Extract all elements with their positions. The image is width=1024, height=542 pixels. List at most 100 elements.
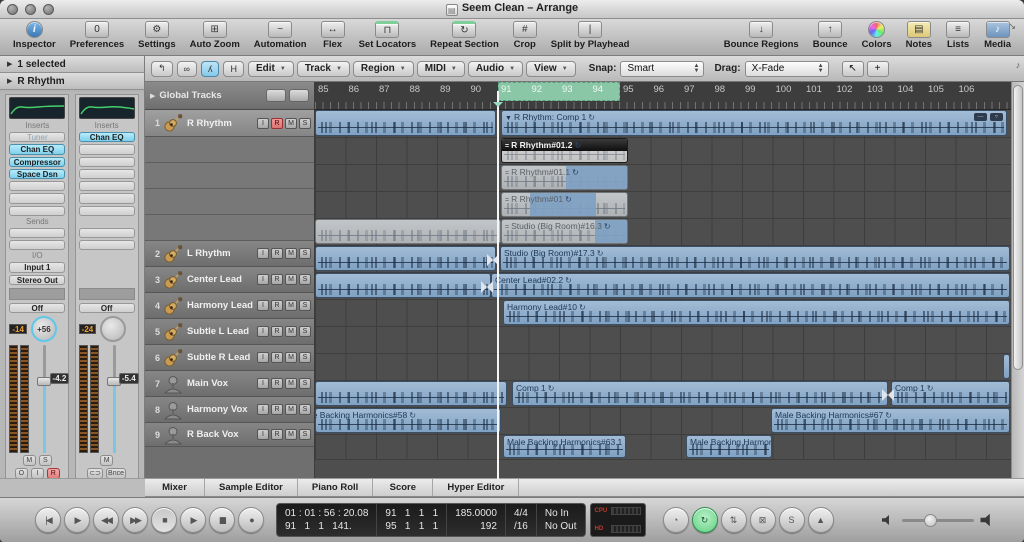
toolbar-button-auto-zoom[interactable]: ⊞Auto Zoom xyxy=(190,21,240,50)
lcd-tempo[interactable]: 185.0000192 xyxy=(447,504,506,536)
record-enable-button[interactable]: R xyxy=(271,429,283,440)
insert-slot[interactable]: Chan EQ xyxy=(79,132,135,142)
mute-button[interactable]: M xyxy=(285,118,297,129)
catch-playhead-button[interactable]: ʎ xyxy=(201,61,220,77)
comp-pack-icon[interactable]: — xyxy=(974,113,987,121)
tab-sample-editor[interactable]: Sample Editor xyxy=(205,479,298,496)
lcd-midi-io[interactable]: No InNo Out xyxy=(537,504,585,536)
solo-button[interactable]: S xyxy=(299,378,311,389)
record-enable-button[interactable]: R xyxy=(271,352,283,363)
toolbar-button-crop[interactable]: #Crop xyxy=(513,21,537,50)
insert-slot[interactable] xyxy=(79,181,135,191)
automation-mode-button[interactable]: Off xyxy=(79,303,135,313)
insert-slot[interactable] xyxy=(79,193,135,203)
lcd-locators[interactable]: 91 1 1 195 1 1 1 xyxy=(377,504,447,536)
pan-knob[interactable]: +56 xyxy=(31,316,57,342)
track-header-harmony-vox[interactable]: 8Harmony VoxIRMS xyxy=(145,397,314,423)
track-header-harmony-lead[interactable]: 4Harmony LeadIRMS xyxy=(145,293,314,319)
mute-button[interactable]: M xyxy=(285,300,297,311)
insert-slot[interactable] xyxy=(79,144,135,154)
crossfade-icon[interactable] xyxy=(882,389,894,401)
group-slot[interactable] xyxy=(9,288,65,300)
solo-button[interactable]: S xyxy=(299,274,311,285)
mute-button[interactable]: M xyxy=(285,429,297,440)
region-canvas[interactable]: 8586878889909192939495969798991001011021… xyxy=(315,82,1011,479)
toolbar-button-set-locators[interactable]: ⊓Set Locators xyxy=(359,21,417,50)
record-enable-button[interactable]: R xyxy=(271,118,283,129)
region-male-backing-harmon[interactable]: Male Backing Harmon xyxy=(686,435,772,458)
volume-fader[interactable] xyxy=(37,345,51,453)
mute-button[interactable]: M xyxy=(285,352,297,363)
insert-slot[interactable]: Tuner xyxy=(9,132,65,142)
record-enable-button[interactable]: R xyxy=(271,326,283,337)
solo-button[interactable]: S xyxy=(779,507,805,533)
eq-curve-thumbnail[interactable] xyxy=(9,97,65,119)
add-track-button[interactable] xyxy=(266,89,286,102)
region-unnamed[interactable] xyxy=(315,273,491,298)
insert-slot[interactable]: Compressor xyxy=(9,157,65,167)
metronome-button[interactable]: ▲ xyxy=(808,507,834,533)
region-unnamed[interactable] xyxy=(315,246,496,271)
back-hierarchy-button[interactable]: ↰ xyxy=(151,61,173,77)
drag-select[interactable]: X-Fade▲▼ xyxy=(745,61,829,77)
pause-button[interactable]: ▮▮ xyxy=(209,507,235,533)
region-unnamed[interactable] xyxy=(315,219,501,244)
toolbar-button-colors[interactable]: Colors xyxy=(862,21,892,50)
menu-view[interactable]: View▼ xyxy=(526,61,576,77)
input-slot[interactable]: Input 1 xyxy=(9,262,65,272)
region-comp-1[interactable]: Comp 1↻ xyxy=(891,381,1010,406)
link-button[interactable]: ∞ xyxy=(177,61,197,77)
mute-button[interactable]: M xyxy=(285,378,297,389)
forward-button[interactable]: ▶▶ xyxy=(122,507,148,533)
go-to-beginning-button[interactable]: |◀ xyxy=(35,507,61,533)
tab-mixer[interactable]: Mixer xyxy=(145,479,205,496)
input-monitor-button[interactable]: I xyxy=(257,274,269,285)
input-monitor-button[interactable]: I xyxy=(257,404,269,415)
solo-button[interactable]: S xyxy=(299,326,311,337)
region-unnamed[interactable] xyxy=(1003,354,1010,379)
input-monitor-button[interactable]: I xyxy=(257,326,269,337)
group-slot[interactable] xyxy=(79,288,135,300)
menu-midi[interactable]: MIDI▼ xyxy=(417,61,465,77)
snap-select[interactable]: Smart▲▼ xyxy=(620,61,704,77)
input-monitor-button[interactable]: I xyxy=(257,352,269,363)
pointer-tool-button[interactable]: ↖ xyxy=(842,61,864,77)
solo-button[interactable]: S xyxy=(299,404,311,415)
toolbar-button-bounce[interactable]: ↑Bounce xyxy=(813,21,848,50)
solo-button[interactable]: S xyxy=(299,300,311,311)
region-center-lead-02-2[interactable]: Center Lead#02.2↻ xyxy=(491,273,1010,298)
insert-slot[interactable] xyxy=(79,157,135,167)
menu-audio[interactable]: Audio▼ xyxy=(468,61,523,77)
toolbar-button-lists[interactable]: ≡Lists xyxy=(946,21,970,50)
send-slot[interactable] xyxy=(79,228,135,238)
rewind-button[interactable]: ◀◀ xyxy=(93,507,119,533)
playhead[interactable] xyxy=(497,91,499,479)
mute-button[interactable]: M xyxy=(285,326,297,337)
vertical-scrollbar[interactable]: ♪ xyxy=(1011,82,1024,479)
region-r-rhythm-01-1[interactable]: =R Rhythm#01.1↻ xyxy=(501,165,628,190)
input-monitor-button[interactable]: I xyxy=(257,429,269,440)
track-header-center-lead[interactable]: 3Center LeadIRMS xyxy=(145,267,314,293)
hierarchy-button[interactable]: H xyxy=(223,61,244,77)
mute-button[interactable]: M xyxy=(23,455,36,466)
mute-button[interactable]: M xyxy=(100,455,113,466)
region-male-backing-harmonics-67[interactable]: Male Backing Harmonics#67↻ xyxy=(771,408,1010,433)
mute-button[interactable]: M xyxy=(285,404,297,415)
input-monitor-button[interactable]: I xyxy=(257,118,269,129)
new-track-with-settings-button[interactable] xyxy=(289,89,309,102)
region-male-backing-harmonics-63-1[interactable]: Male Backing Harmonics#63.1↻ xyxy=(503,435,626,458)
solo-button[interactable]: S xyxy=(299,248,311,259)
record-button[interactable]: ● xyxy=(238,507,264,533)
autopunch-button[interactable]: ⇅ xyxy=(721,507,747,533)
insert-slot[interactable]: Chan EQ xyxy=(9,144,65,154)
input-monitor-button[interactable]: I xyxy=(257,300,269,311)
region-studio-big-room-17-3[interactable]: Studio (Big Room)#17.3↻ xyxy=(500,246,1010,271)
solo-button[interactable]: S xyxy=(299,429,311,440)
toolbar-button-preferences[interactable]: 0Preferences xyxy=(70,21,124,50)
record-enable-button[interactable]: R xyxy=(271,378,283,389)
note-zoom-icon[interactable]: ♪ xyxy=(1012,60,1024,70)
send-slot[interactable] xyxy=(9,228,65,238)
insert-slot[interactable] xyxy=(9,193,65,203)
mute-button[interactable]: M xyxy=(285,248,297,259)
toolbar-button-split-playhead[interactable]: |Split by Playhead xyxy=(551,21,630,50)
